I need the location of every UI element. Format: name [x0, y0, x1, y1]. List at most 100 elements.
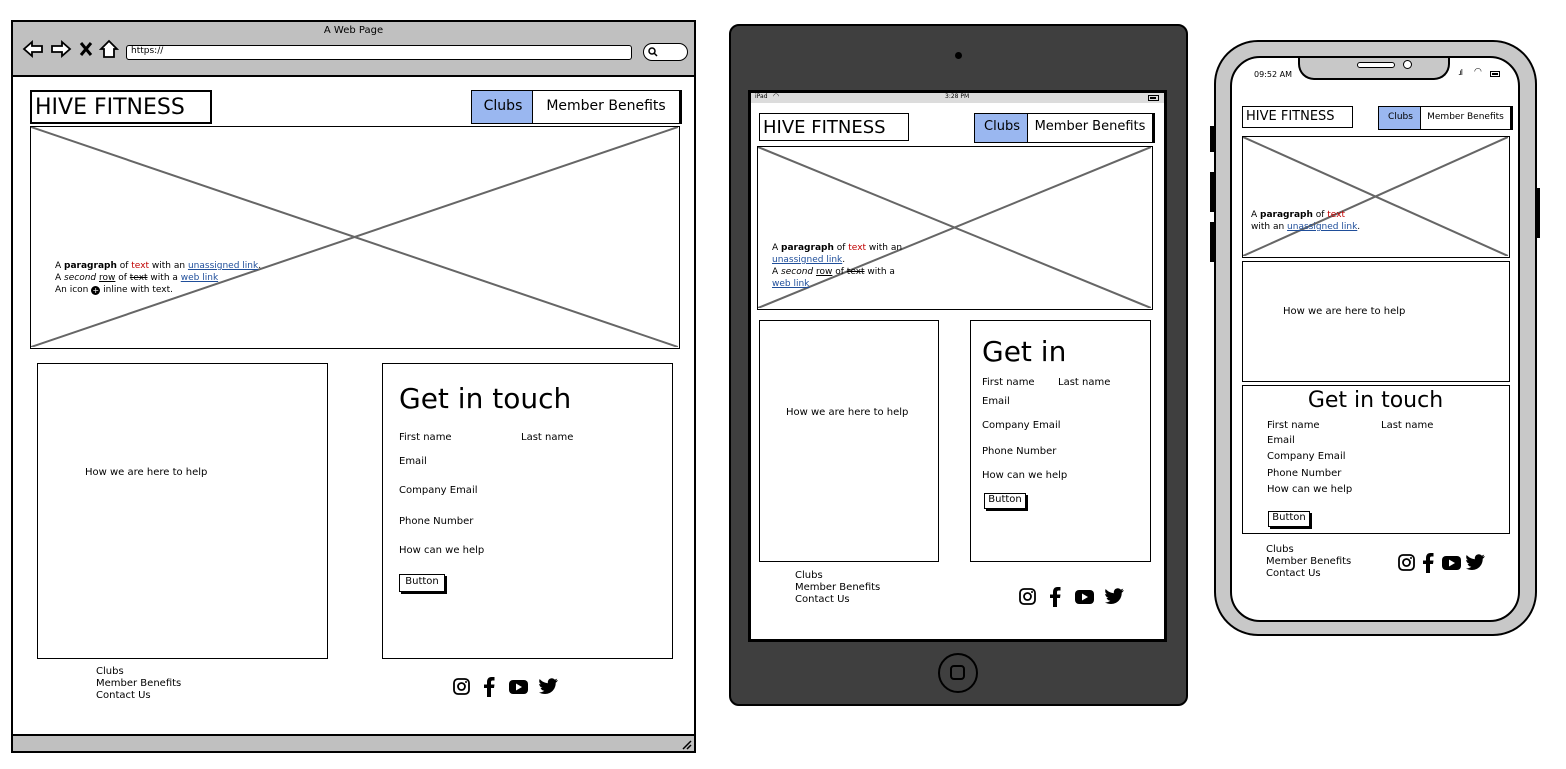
- hero-paragraph-3: An icon + inline with text.: [55, 285, 173, 295]
- resize-grip-icon[interactable]: [681, 739, 692, 750]
- brand-logo[interactable]: HIVE FITNESS: [759, 113, 909, 141]
- unassigned-link[interactable]: unassigned link: [1287, 222, 1357, 232]
- submit-button[interactable]: Button: [399, 574, 445, 592]
- nav-member-benefits[interactable]: Member Benefits: [1420, 106, 1513, 130]
- web-link[interactable]: web link: [772, 279, 809, 289]
- twitter-icon[interactable]: [1105, 588, 1124, 604]
- unassigned-link[interactable]: unassigned link.: [772, 255, 845, 265]
- footer-link-clubs[interactable]: Clubs: [795, 570, 823, 581]
- company-email-field[interactable]: Company Email: [399, 485, 478, 496]
- submit-button[interactable]: Button: [984, 493, 1026, 509]
- contact-title: Get in: [982, 335, 1067, 368]
- first-name-field[interactable]: First name: [982, 377, 1035, 388]
- first-name-field[interactable]: First name: [1267, 420, 1320, 431]
- help-card: How we are here to help: [1242, 261, 1510, 382]
- forward-icon[interactable]: [50, 40, 72, 58]
- plus-circle-icon: +: [91, 286, 101, 295]
- tablet-camera: [955, 52, 962, 59]
- footer-link-contact[interactable]: Contact Us: [96, 690, 151, 701]
- home-icon[interactable]: [99, 39, 119, 59]
- email-field[interactable]: Email: [399, 456, 427, 467]
- hero-paragraph-2: A second row of text with a web link: [55, 273, 219, 283]
- instagram-icon[interactable]: [1019, 588, 1036, 605]
- youtube-icon[interactable]: [1442, 556, 1461, 570]
- search-icon: [648, 47, 658, 57]
- email-field[interactable]: Email: [982, 396, 1010, 407]
- close-icon[interactable]: [79, 41, 93, 57]
- facebook-icon[interactable]: [483, 676, 495, 697]
- social-icons: [1398, 552, 1508, 574]
- footer-link-contact[interactable]: Contact Us: [795, 594, 850, 605]
- facebook-icon[interactable]: [1049, 586, 1061, 607]
- youtube-icon[interactable]: [509, 680, 528, 694]
- nav-member-benefits[interactable]: Member Benefits: [532, 90, 682, 124]
- url-bar[interactable]: https://: [126, 45, 632, 60]
- browser-title: A Web Page: [323, 25, 384, 36]
- instagram-icon[interactable]: [453, 678, 470, 695]
- last-name-field[interactable]: Last name: [521, 432, 573, 443]
- contact-form: Get in touch First name Last name Email …: [382, 363, 673, 659]
- hero-image-placeholder: A paragraph of text with an unassigned l…: [1242, 136, 1510, 258]
- browser-status-bar: [13, 734, 694, 751]
- twitter-icon[interactable]: [539, 678, 558, 694]
- browser-window: A Web Page https:// HIVE FITNESS Clubs M…: [11, 20, 696, 753]
- unassigned-link[interactable]: unassigned link: [188, 261, 258, 271]
- footer-link-contact[interactable]: Contact Us: [1266, 568, 1321, 579]
- brand-logo[interactable]: HIVE FITNESS: [30, 90, 212, 124]
- battery-icon: [1148, 95, 1159, 101]
- submit-button[interactable]: Button: [1268, 511, 1310, 527]
- nav-clubs[interactable]: Clubs: [974, 113, 1030, 143]
- help-card: How we are here to help: [37, 363, 328, 659]
- last-name-field[interactable]: Last name: [1058, 377, 1110, 388]
- wifi-icon: ◠: [773, 92, 780, 100]
- instagram-icon[interactable]: [1398, 554, 1415, 571]
- hero-paragraph-2: A second row of text with a: [772, 267, 895, 277]
- email-field[interactable]: Email: [1267, 435, 1295, 446]
- footer-link-member-benefits[interactable]: Member Benefits: [1266, 556, 1351, 567]
- twitter-icon[interactable]: [1466, 554, 1485, 570]
- tablet-home-button[interactable]: [938, 653, 978, 693]
- tablet-status-bar: iPad ◠ 3:28 PM: [751, 92, 1164, 103]
- contact-form: Get in touch First name Last name Email …: [1242, 385, 1510, 534]
- phone-field[interactable]: Phone Number: [399, 516, 473, 527]
- social-icons: [453, 676, 563, 698]
- footer-link-member-benefits[interactable]: Member Benefits: [96, 678, 181, 689]
- signal-icon: .ıl: [1458, 68, 1463, 77]
- phone-field[interactable]: Phone Number: [1267, 468, 1341, 479]
- facebook-icon[interactable]: [1422, 552, 1434, 573]
- hero-image-placeholder: A paragraph of text with an unassigned l…: [30, 126, 680, 349]
- nav-member-benefits[interactable]: Member Benefits: [1027, 113, 1155, 143]
- company-email-field[interactable]: Company Email: [982, 420, 1061, 431]
- help-field[interactable]: How can we help: [1267, 484, 1352, 495]
- phone-field[interactable]: Phone Number: [982, 446, 1056, 457]
- last-name-field[interactable]: Last name: [1381, 420, 1433, 431]
- phone-side-button[interactable]: [1536, 188, 1540, 238]
- search-box[interactable]: [643, 43, 688, 61]
- footer-link-clubs[interactable]: Clubs: [1266, 544, 1294, 555]
- footer-link-clubs[interactable]: Clubs: [96, 666, 124, 677]
- phone-screen: 09:52 AM .ıl ◠ HIVE FITNESS Clubs Member…: [1230, 56, 1520, 622]
- nav-clubs[interactable]: Clubs: [1378, 106, 1423, 130]
- company-email-field[interactable]: Company Email: [1267, 451, 1346, 462]
- footer-link-member-benefits[interactable]: Member Benefits: [795, 582, 880, 593]
- social-icons: [1019, 586, 1129, 608]
- help-field[interactable]: How can we help: [399, 545, 484, 556]
- hero-paragraph-1: A paragraph of text with an: [772, 243, 903, 253]
- nav-clubs[interactable]: Clubs: [471, 90, 535, 124]
- youtube-icon[interactable]: [1075, 590, 1094, 604]
- back-icon[interactable]: [22, 40, 44, 58]
- phone-side-button[interactable]: [1210, 172, 1214, 212]
- wifi-icon: ◠: [1474, 67, 1482, 77]
- web-link[interactable]: web link: [181, 273, 218, 283]
- phone-device: 09:52 AM .ıl ◠ HIVE FITNESS Clubs Member…: [1210, 40, 1540, 636]
- help-card: How we are here to help: [759, 320, 939, 562]
- contact-form: Get in First name Last name Email Compan…: [970, 320, 1151, 562]
- battery-icon: [1490, 71, 1500, 77]
- hero-image-placeholder: A paragraph of text with an unassigned l…: [757, 146, 1153, 310]
- phone-side-button[interactable]: [1210, 126, 1214, 152]
- first-name-field[interactable]: First name: [399, 432, 452, 443]
- phone-notch: [1298, 58, 1450, 80]
- help-field[interactable]: How can we help: [982, 470, 1067, 481]
- brand-logo[interactable]: HIVE FITNESS: [1242, 106, 1353, 128]
- phone-side-button[interactable]: [1210, 222, 1214, 262]
